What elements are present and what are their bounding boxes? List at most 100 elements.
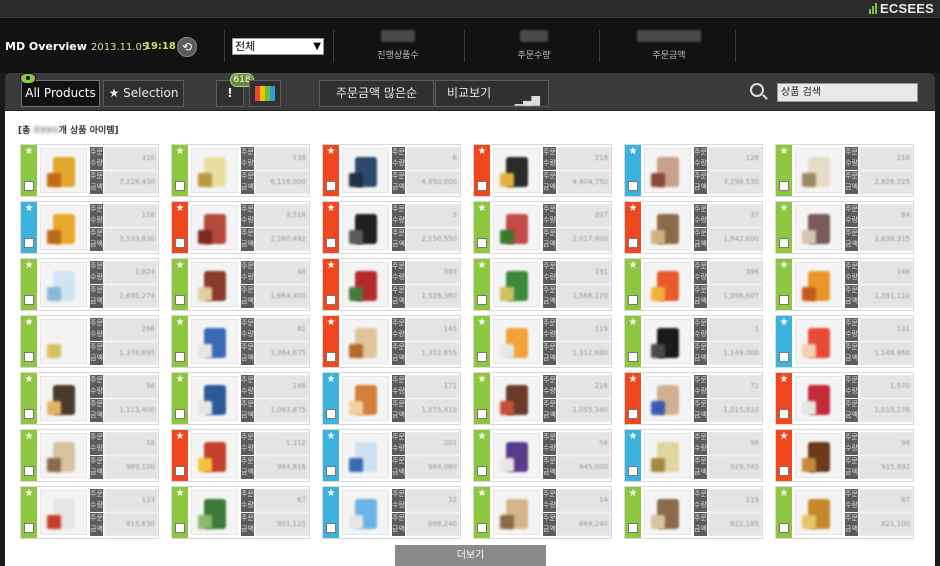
product-thumbnail[interactable] [795,319,842,364]
product-card[interactable]: ★ 주문수량 32 주문금액 886,240 [322,486,461,539]
product-card[interactable]: ★ 주문수량 37 주문금액 1,842,600 [624,201,763,254]
star-icon[interactable]: ★ [325,261,337,271]
select-checkbox[interactable] [628,181,638,191]
select-checkbox[interactable] [628,352,638,362]
product-card[interactable]: ★ 주문수량 218 주문금액 4,404,750 [473,144,612,197]
select-checkbox[interactable] [477,352,487,362]
product-thumbnail[interactable] [191,376,238,421]
star-icon[interactable]: ★ [778,489,790,499]
star-icon[interactable]: ★ [23,489,35,499]
star-icon[interactable]: ★ [23,432,35,442]
select-checkbox[interactable] [326,181,336,191]
product-card[interactable]: ★ 주문수량 218 주문금액 2,826,225 [775,144,914,197]
select-checkbox[interactable] [326,352,336,362]
star-icon[interactable]: ★ [174,375,186,385]
product-card[interactable]: ★ 주문수량 216 주문금액 1,055,340 [473,372,612,425]
product-card[interactable]: ★ 주문수량 96 주문금액 929,745 [624,429,763,482]
product-card[interactable]: ★ 주문수량 201 주문금액 984,060 [322,429,461,482]
tab-selection[interactable]: ★ Selection [103,80,184,107]
product-thumbnail[interactable] [342,490,389,535]
product-card[interactable]: ★ 주문수량 1,312 주문금액 984,816 [171,429,310,482]
star-icon[interactable]: ★ [325,375,337,385]
product-card[interactable]: ★ 주문수량 266 주문금액 1,376,695 [20,315,159,368]
select-checkbox[interactable] [326,466,336,476]
product-card[interactable]: ★ 주문수량 171 주문금액 1,075,410 [322,372,461,425]
product-thumbnail[interactable] [191,205,238,250]
star-icon[interactable]: ★ [325,318,337,328]
select-checkbox[interactable] [175,466,185,476]
product-thumbnail[interactable] [493,319,540,364]
select-checkbox[interactable] [24,295,34,305]
product-card[interactable]: ★ 주문수량 71 주문금액 1,015,910 [624,372,763,425]
product-thumbnail[interactable] [342,433,389,478]
product-card[interactable]: ★ 주문수량 131 주문금액 1,148,860 [775,315,914,368]
product-thumbnail[interactable] [191,490,238,535]
select-checkbox[interactable] [175,352,185,362]
select-checkbox[interactable] [779,295,789,305]
product-thumbnail[interactable] [644,148,691,193]
product-thumbnail[interactable] [795,376,842,421]
product-thumbnail[interactable] [191,433,238,478]
star-icon[interactable]: ★ [627,204,639,214]
star-icon[interactable]: ★ [627,489,639,499]
product-card[interactable]: ★ 주문수량 116 주문금액 2,533,830 [20,201,159,254]
search-icon[interactable] [750,83,764,97]
product-thumbnail[interactable] [493,490,540,535]
star-icon[interactable]: ★ [778,432,790,442]
product-thumbnail[interactable] [40,490,87,535]
star-icon[interactable]: ★ [174,489,186,499]
product-card[interactable]: ★ 주문수량 67 주문금액 901,125 [171,486,310,539]
product-thumbnail[interactable] [493,262,540,307]
select-checkbox[interactable] [24,523,34,533]
product-card[interactable]: ★ 주문수량 6 주문금액 4,950,000 [322,144,461,197]
load-more-button[interactable]: 더보기 [395,545,546,566]
product-thumbnail[interactable] [40,433,87,478]
product-thumbnail[interactable] [493,376,540,421]
select-checkbox[interactable] [628,523,638,533]
sort-by-amount-button[interactable]: 주문금액 많은순 [319,80,434,107]
star-icon[interactable]: ★ [778,147,790,157]
select-checkbox[interactable] [477,523,487,533]
product-card[interactable]: ★ 주문수량 48 주문금액 1,664,400 [171,258,310,311]
star-icon[interactable]: ★ [174,432,186,442]
select-checkbox[interactable] [175,523,185,533]
star-icon[interactable]: ★ [325,489,337,499]
product-thumbnail[interactable] [342,376,389,421]
product-card[interactable]: ★ 주문수량 1,824 주문금액 1,695,274 [20,258,159,311]
product-thumbnail[interactable] [40,376,87,421]
star-icon[interactable]: ★ [476,261,488,271]
select-checkbox[interactable] [779,466,789,476]
select-checkbox[interactable] [24,352,34,362]
product-thumbnail[interactable] [795,148,842,193]
product-thumbnail[interactable] [191,262,238,307]
star-icon[interactable]: ★ [325,147,337,157]
category-filter-select[interactable]: 전체 ▼ [232,38,324,55]
star-icon[interactable]: ★ [174,147,186,157]
product-card[interactable]: ★ 주문수량 87 주문금액 821,100 [775,486,914,539]
select-checkbox[interactable] [477,181,487,191]
product-card[interactable]: ★ 주문수량 18 주문금액 989,100 [20,429,159,482]
star-icon[interactable]: ★ [476,489,488,499]
product-card[interactable]: ★ 주문수량 138 주문금액 6,118,000 [171,144,310,197]
product-thumbnail[interactable] [342,148,389,193]
select-checkbox[interactable] [628,466,638,476]
product-thumbnail[interactable] [493,205,540,250]
star-icon[interactable]: ★ [627,375,639,385]
product-card[interactable]: ★ 주문수량 81 주문금액 1,364,675 [171,315,310,368]
product-thumbnail[interactable] [644,262,691,307]
color-palette-button[interactable] [249,80,281,107]
select-checkbox[interactable] [175,295,185,305]
product-card[interactable]: ★ 주문수량 58 주문금액 945,000 [473,429,612,482]
product-card[interactable]: ★ 주문수량 56 주문금액 1,113,400 [20,372,159,425]
select-checkbox[interactable] [477,466,487,476]
product-thumbnail[interactable] [644,490,691,535]
star-icon[interactable]: ★ [627,261,639,271]
star-icon[interactable]: ★ [23,147,35,157]
product-thumbnail[interactable] [493,148,540,193]
star-icon[interactable]: ★ [23,261,35,271]
star-icon[interactable]: ★ [476,432,488,442]
star-icon[interactable]: ★ [778,318,790,328]
select-checkbox[interactable] [779,409,789,419]
refresh-button[interactable]: ⟲ [177,37,197,57]
product-thumbnail[interactable] [40,148,87,193]
